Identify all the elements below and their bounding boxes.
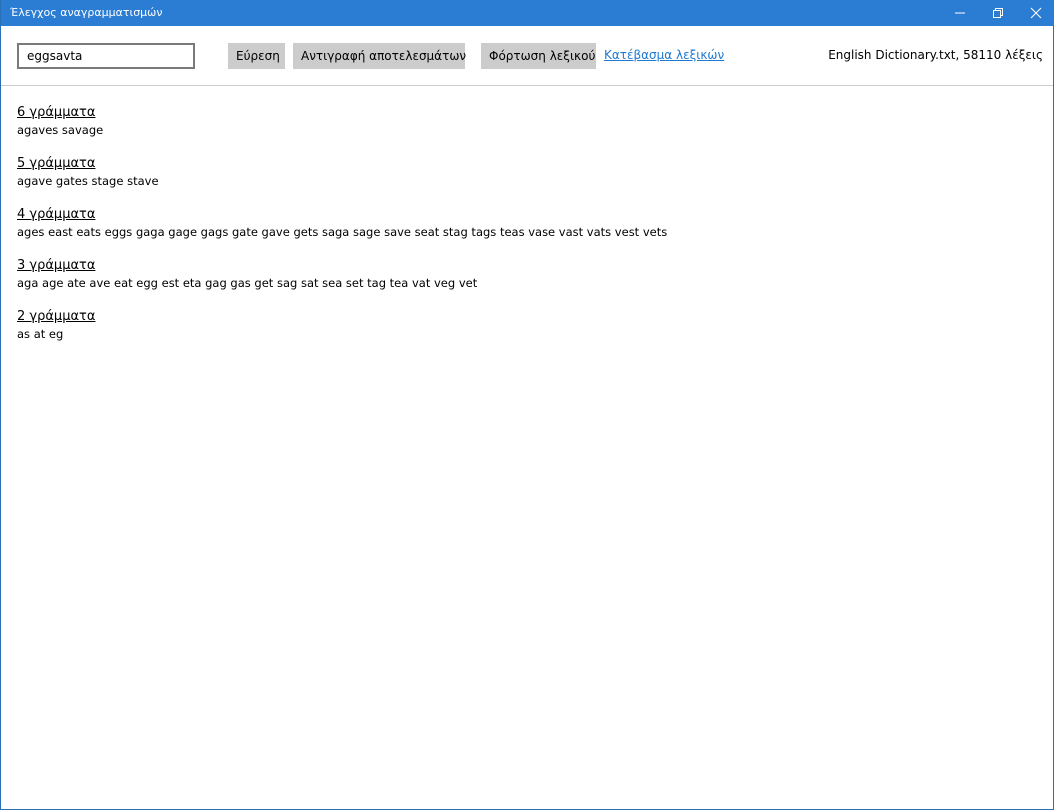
group-heading[interactable]: 6 γράμματα xyxy=(17,104,1037,122)
result-group: 6 γράμματα agaves savage xyxy=(17,104,1037,155)
restore-button[interactable] xyxy=(979,0,1017,26)
group-words: agave gates stage stave xyxy=(17,174,159,188)
close-button[interactable] xyxy=(1017,0,1054,26)
title-bar[interactable]: Έλεγχος αναγραμματισμών xyxy=(1,0,1054,26)
app-window: Έλεγχος αναγραμματισμών Εύρεση Αντιγραφή… xyxy=(0,0,1054,810)
restore-icon xyxy=(993,8,1003,18)
results-list: 6 γράμματα agaves savage 5 γράμματα agav… xyxy=(17,104,1037,359)
find-button[interactable]: Εύρεση xyxy=(228,43,285,69)
close-icon xyxy=(1030,7,1042,19)
load-dictionary-button[interactable]: Φόρτωση λεξικού xyxy=(481,43,596,69)
result-group: 4 γράμματα ages east eats eggs gaga gage… xyxy=(17,206,1037,257)
download-dictionaries-link[interactable]: Κατέβασμα λεξικών xyxy=(604,48,724,62)
group-heading[interactable]: 3 γράμματα xyxy=(17,257,1037,275)
minimize-button[interactable] xyxy=(941,0,979,26)
dictionary-status: English Dictionary.txt, 58110 λέξεις xyxy=(828,48,1043,62)
window-title: Έλεγχος αναγραμματισμών xyxy=(10,6,163,19)
group-heading[interactable]: 5 γράμματα xyxy=(17,155,1037,173)
search-input[interactable] xyxy=(17,43,195,69)
group-words: as at eg xyxy=(17,327,64,341)
minimize-icon xyxy=(955,12,965,14)
result-group: 5 γράμματα agave gates stage stave xyxy=(17,155,1037,206)
result-group: 2 γράμματα as at eg xyxy=(17,308,1037,359)
group-words: agaves savage xyxy=(17,123,104,137)
group-heading[interactable]: 2 γράμματα xyxy=(17,308,1037,326)
copy-results-button[interactable]: Αντιγραφή αποτελεσμάτων xyxy=(293,43,466,69)
result-group: 3 γράμματα aga age ate ave eat egg est e… xyxy=(17,257,1037,308)
toolbar: Εύρεση Αντιγραφή αποτελεσμάτων Φόρτωση λ… xyxy=(1,26,1053,86)
group-words: ages east eats eggs gaga gage gags gate … xyxy=(17,225,668,239)
group-heading[interactable]: 4 γράμματα xyxy=(17,206,1037,224)
group-words: aga age ate ave eat egg est eta gag gas … xyxy=(17,276,478,290)
